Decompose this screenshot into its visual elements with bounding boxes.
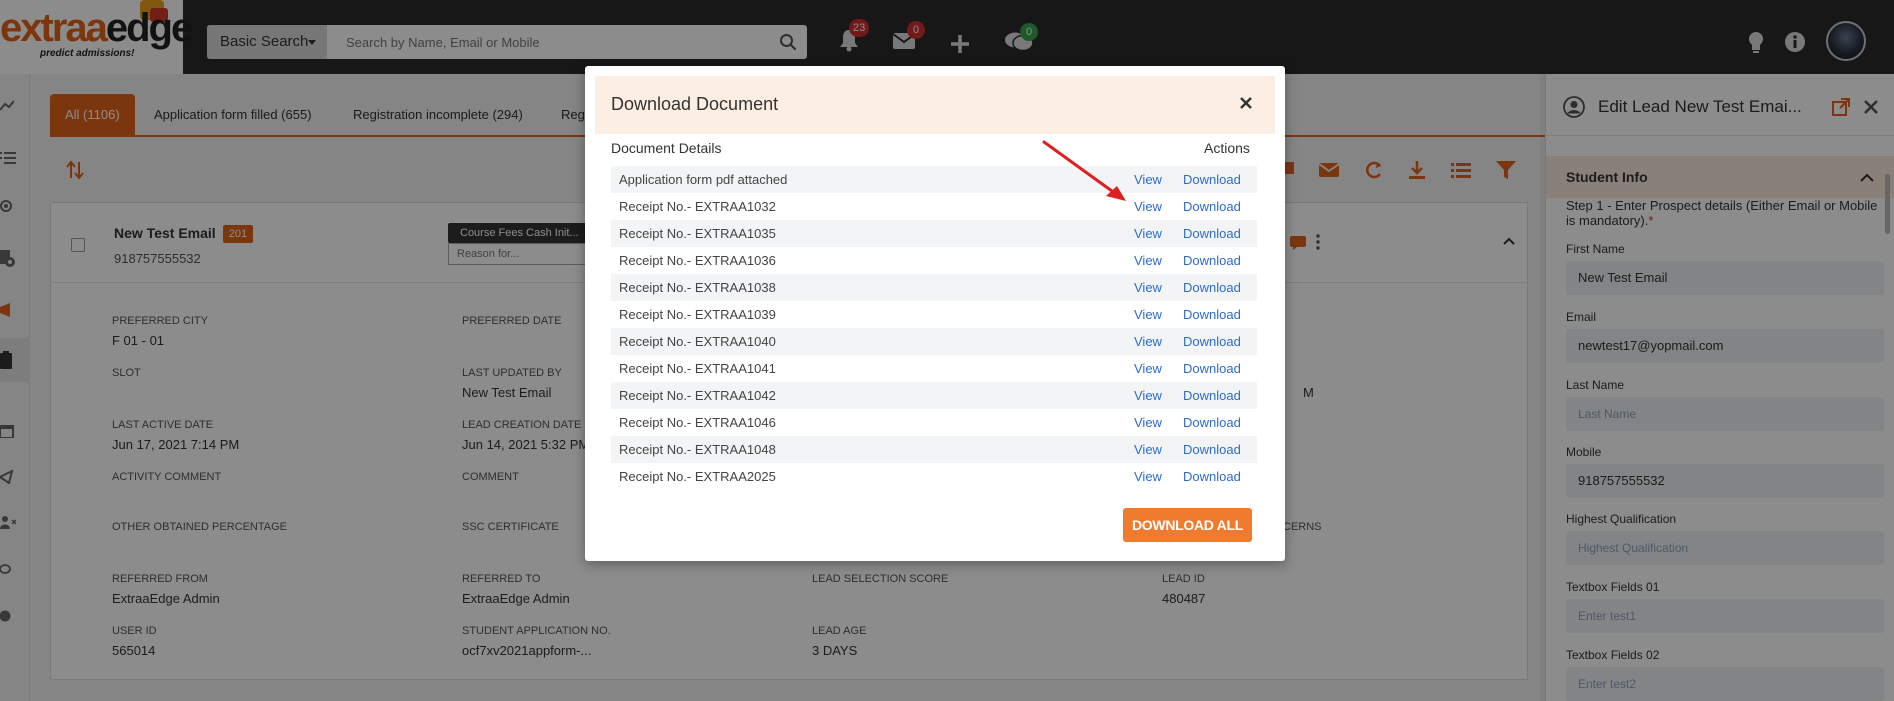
document-row: Receipt No.- EXTRAA1039 View Download [611, 301, 1257, 328]
download-link[interactable]: Download [1183, 355, 1241, 382]
document-details-header: Document Details [611, 140, 722, 156]
document-name: Receipt No.- EXTRAA1032 [619, 199, 776, 214]
download-link[interactable]: Download [1183, 382, 1241, 409]
document-row: Receipt No.- EXTRAA1032 View Download [611, 193, 1257, 220]
view-link[interactable]: View [1134, 220, 1162, 247]
view-link[interactable]: View [1134, 409, 1162, 436]
document-row: Receipt No.- EXTRAA1036 View Download [611, 247, 1257, 274]
actions-header: Actions [1204, 140, 1250, 156]
document-row: Receipt No.- EXTRAA2025 View Download [611, 463, 1257, 490]
document-row: Receipt No.- EXTRAA1035 View Download [611, 220, 1257, 247]
document-name: Receipt No.- EXTRAA1041 [619, 361, 776, 376]
close-icon[interactable] [1239, 96, 1253, 110]
download-link[interactable]: Download [1183, 409, 1241, 436]
modal-header: Download Document [595, 76, 1275, 134]
view-link[interactable]: View [1134, 166, 1162, 193]
document-name: Receipt No.- EXTRAA1040 [619, 334, 776, 349]
document-row: Receipt No.- EXTRAA1048 View Download [611, 436, 1257, 463]
view-link[interactable]: View [1134, 274, 1162, 301]
document-row: Receipt No.- EXTRAA1042 View Download [611, 382, 1257, 409]
download-all-button[interactable]: DOWNLOAD ALL [1123, 508, 1252, 542]
download-link[interactable]: Download [1183, 301, 1241, 328]
document-name: Receipt No.- EXTRAA1042 [619, 388, 776, 403]
document-row: Receipt No.- EXTRAA1040 View Download [611, 328, 1257, 355]
download-link[interactable]: Download [1183, 463, 1241, 490]
view-link[interactable]: View [1134, 247, 1162, 274]
download-document-modal: Download Document Document Details Actio… [585, 66, 1285, 561]
view-link[interactable]: View [1134, 355, 1162, 382]
document-row: Application form pdf attached View Downloa… [611, 166, 1257, 193]
document-name: Receipt No.- EXTRAA1039 [619, 307, 776, 322]
download-link[interactable]: Download [1183, 193, 1241, 220]
view-link[interactable]: View [1134, 193, 1162, 220]
document-name: Application form pdf attached [619, 172, 788, 187]
view-link[interactable]: View [1134, 463, 1162, 490]
download-link[interactable]: Download [1183, 436, 1241, 463]
download-link[interactable]: Download [1183, 328, 1241, 355]
document-row: Receipt No.- EXTRAA1038 View Download [611, 274, 1257, 301]
view-link[interactable]: View [1134, 382, 1162, 409]
view-link[interactable]: View [1134, 436, 1162, 463]
document-row: Receipt No.- EXTRAA1046 View Download [611, 409, 1257, 436]
document-name: Receipt No.- EXTRAA1048 [619, 442, 776, 457]
document-row: Receipt No.- EXTRAA1041 View Download [611, 355, 1257, 382]
download-link[interactable]: Download [1183, 247, 1241, 274]
view-link[interactable]: View [1134, 328, 1162, 355]
document-name: Receipt No.- EXTRAA2025 [619, 469, 776, 484]
annotation-arrow-icon [1042, 140, 1126, 201]
modal-title: Download Document [611, 94, 779, 114]
document-name: Receipt No.- EXTRAA1036 [619, 253, 776, 268]
view-link[interactable]: View [1134, 301, 1162, 328]
download-link[interactable]: Download [1183, 166, 1241, 193]
download-link[interactable]: Download [1183, 274, 1241, 301]
document-name: Receipt No.- EXTRAA1035 [619, 226, 776, 241]
document-name: Receipt No.- EXTRAA1038 [619, 280, 776, 295]
download-link[interactable]: Download [1183, 220, 1241, 247]
document-name: Receipt No.- EXTRAA1046 [619, 415, 776, 430]
